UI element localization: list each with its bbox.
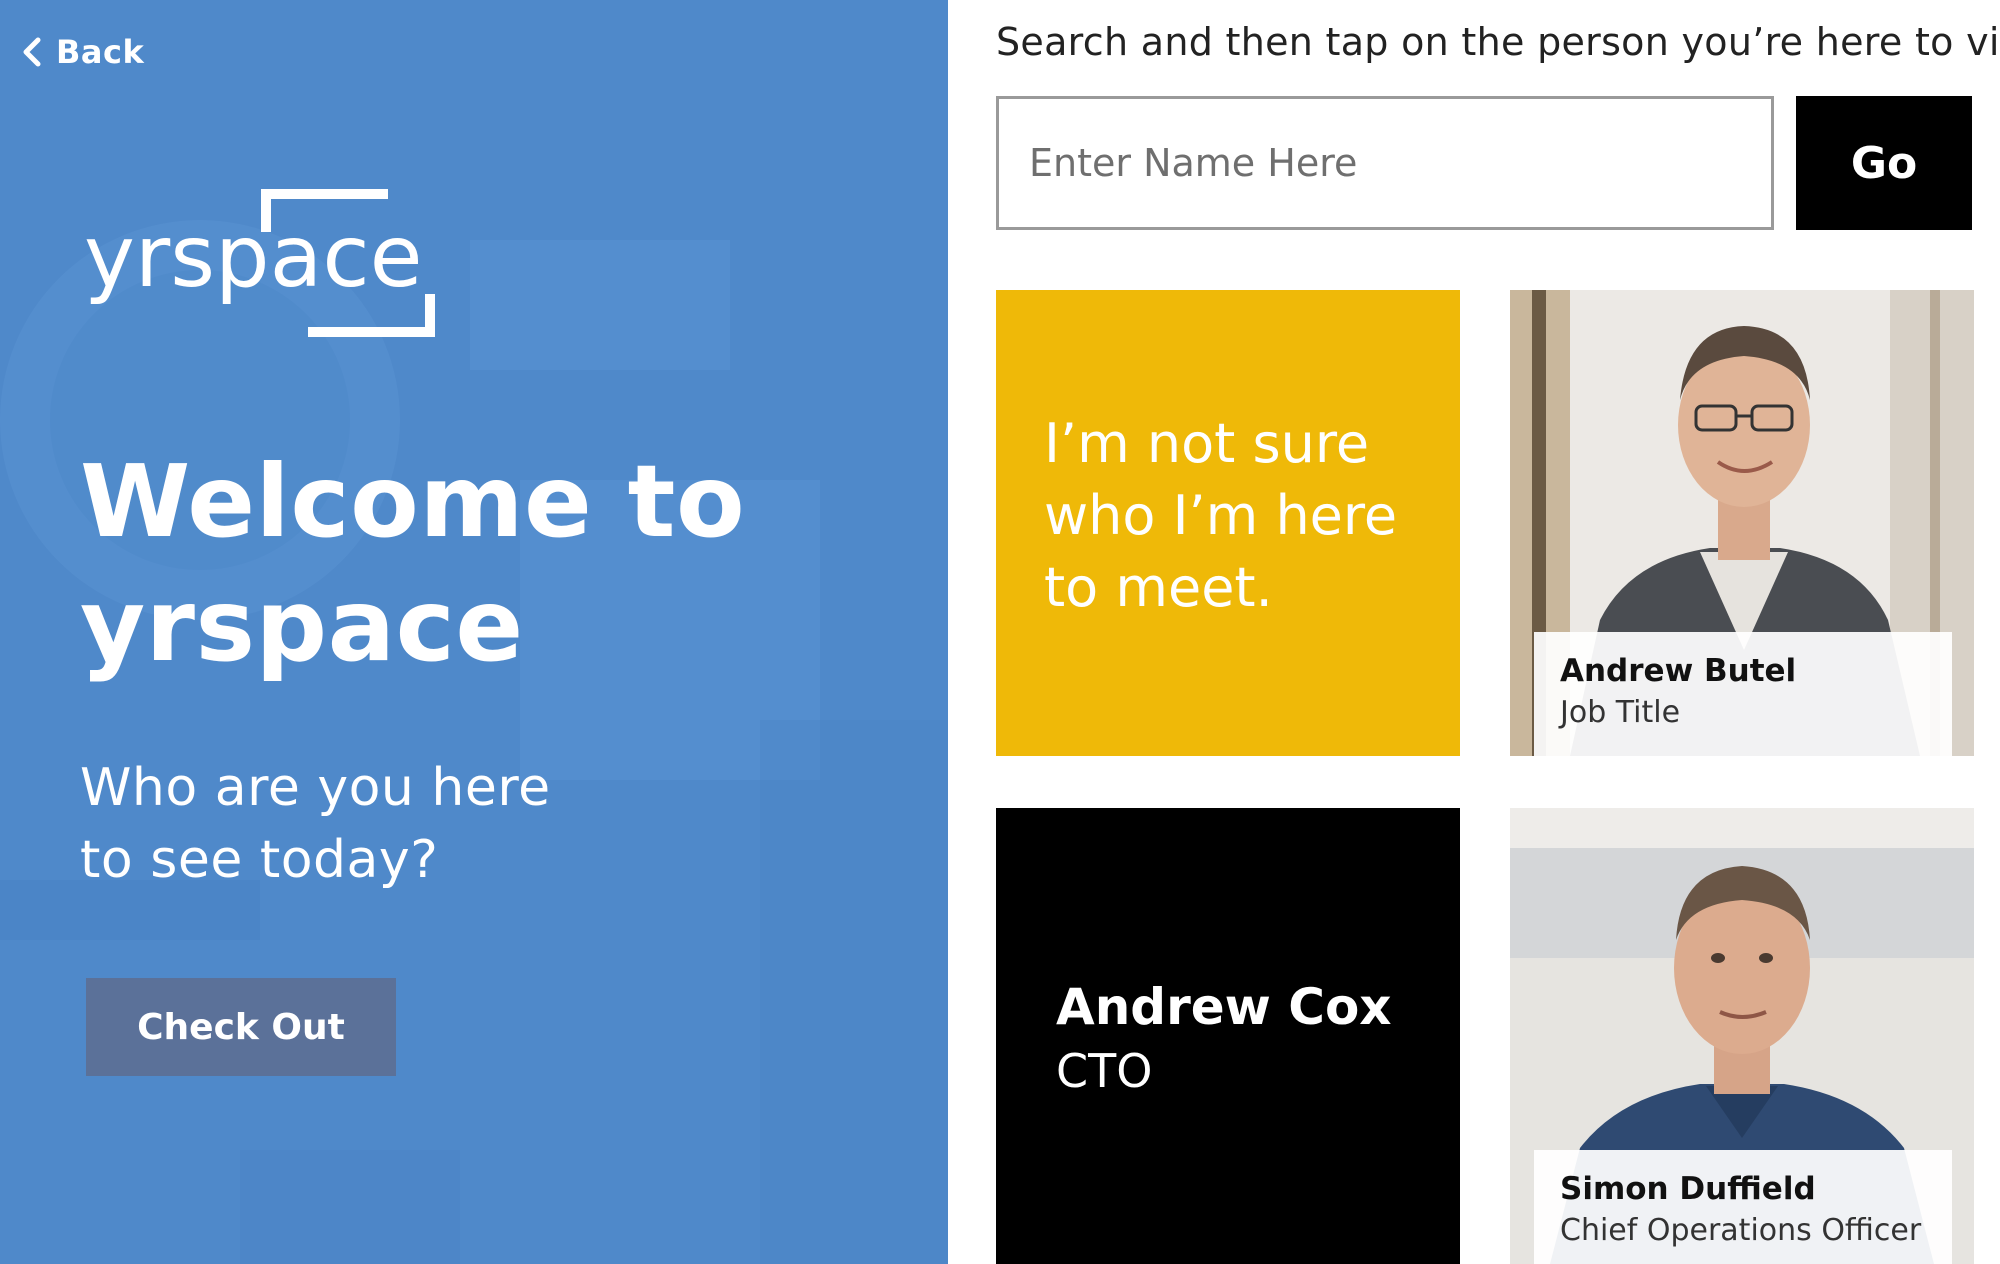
- chevron-left-icon: [23, 37, 41, 67]
- person-job-title: CTO: [1056, 1044, 1153, 1098]
- back-button[interactable]: Back: [22, 28, 144, 76]
- name-search-input[interactable]: [996, 96, 1774, 230]
- welcome-heading: Welcome to yrspace: [80, 440, 900, 688]
- person-name-card: Simon Duffield Chief Operations Officer: [1534, 1150, 1952, 1264]
- person-name-card: Andrew Butel Job Title: [1534, 632, 1952, 756]
- welcome-subtitle: Who are you here to see today?: [80, 752, 780, 896]
- welcome-subtitle-line2: to see today?: [80, 830, 439, 890]
- person-name: Andrew Butel: [1560, 653, 1797, 689]
- person-job-title: Chief Operations Officer: [1560, 1213, 1922, 1248]
- person-name: Andrew Cox: [1056, 978, 1392, 1036]
- yrspace-logo: yrspace: [84, 188, 444, 338]
- person-tile-andrew-cox[interactable]: Andrew Cox CTO: [996, 808, 1460, 1264]
- not-sure-line1: I’m not sure: [1044, 412, 1370, 475]
- check-out-button[interactable]: Check Out: [86, 978, 396, 1076]
- not-sure-line3: to meet.: [1044, 556, 1273, 619]
- not-sure-tile[interactable]: I’m not sure who I’m here to meet.: [996, 290, 1460, 756]
- person-job-title: Job Title: [1560, 695, 1681, 730]
- welcome-subtitle-line1: Who are you here: [80, 758, 551, 818]
- not-sure-line2: who I’m here: [1044, 484, 1398, 547]
- person-name: Simon Duffield: [1560, 1171, 1816, 1207]
- person-tile-andrew-butel[interactable]: Andrew Butel Job Title: [1510, 290, 1974, 756]
- welcome-panel: Back yrspace Welcome to yrspace Who are …: [0, 0, 948, 1264]
- search-instructions: Search and then tap on the person you’re…: [996, 20, 2000, 64]
- person-tile-simon-duffield[interactable]: Simon Duffield Chief Operations Officer: [1510, 808, 1974, 1264]
- welcome-heading-line1: Welcome to: [80, 443, 746, 560]
- not-sure-text: I’m not sure who I’m here to meet.: [1044, 408, 1424, 624]
- go-button[interactable]: Go: [1796, 96, 1972, 230]
- logo-wordmark: yrspace: [84, 207, 423, 307]
- back-label: Back: [56, 33, 145, 71]
- welcome-heading-line2: yrspace: [80, 567, 524, 684]
